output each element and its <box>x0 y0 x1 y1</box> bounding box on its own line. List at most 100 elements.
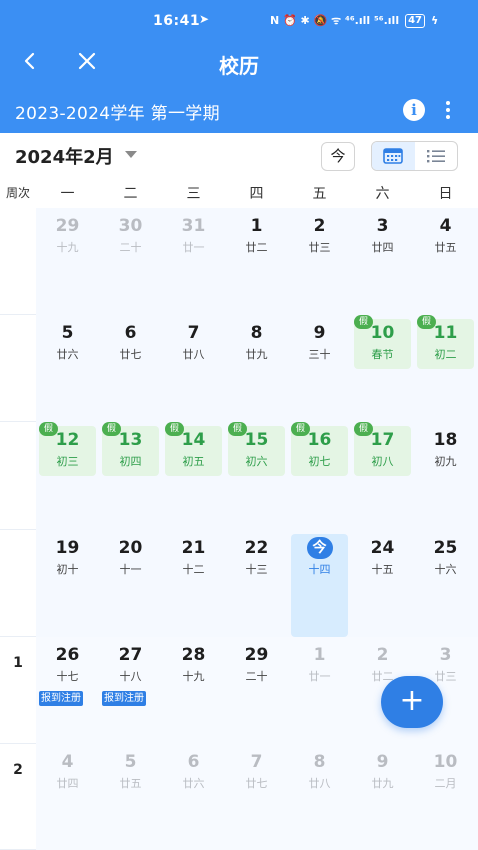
month-selector[interactable]: 2024年2月 <box>15 143 114 169</box>
day-cell[interactable]: 19 初十 <box>36 530 99 637</box>
day-cell[interactable]: 8 廿九 <box>225 315 288 422</box>
day-number: 20 <box>118 538 143 558</box>
day-number: 8 <box>250 323 263 343</box>
day-cell[interactable]: 5 廿六 <box>36 315 99 422</box>
day-cell[interactable]: 16 初七假 <box>288 422 351 530</box>
day-number: 21 <box>181 538 206 558</box>
day-cell[interactable]: 1 廿二 <box>225 208 288 315</box>
event-tag[interactable]: 报到注册 <box>39 691 83 706</box>
lunar-date: 初九 <box>434 455 457 468</box>
lunar-date: 初四 <box>119 455 142 468</box>
lunar-date: 十一 <box>119 563 142 576</box>
day-cell[interactable]: 3 廿四 <box>351 208 414 315</box>
day-cell[interactable]: 11 初二假 <box>414 315 477 422</box>
day-number: 10 <box>433 752 458 772</box>
day-cell[interactable]: 6 廿六 <box>162 744 225 850</box>
lunar-date: 廿三 <box>308 241 331 254</box>
day-cell[interactable]: 4 廿五 <box>414 208 477 315</box>
day-cell[interactable]: 28 十九 <box>162 637 225 744</box>
lunar-date: 初五 <box>182 455 205 468</box>
day-cell[interactable]: 30 二十 <box>99 208 162 315</box>
day-cell[interactable]: 8 廿八 <box>288 744 351 850</box>
day-cell[interactable]: 5 廿五 <box>99 744 162 850</box>
day-cell-today[interactable]: 今十四 <box>288 530 351 637</box>
week-column-header: 周次 <box>5 186 30 200</box>
week-number <box>0 530 36 637</box>
day-cell[interactable]: 1 廿一 <box>288 637 351 744</box>
day-cell[interactable]: 7 廿七 <box>225 744 288 850</box>
lunar-date: 廿七 <box>119 348 142 361</box>
day-cell[interactable]: 2 廿三 <box>288 208 351 315</box>
day-cell[interactable]: 20 十一 <box>99 530 162 637</box>
term-selector[interactable]: 2023-2024学年 第一学期 <box>15 99 220 124</box>
day-number: 31 <box>181 216 206 236</box>
weekday-label: 五 <box>312 186 327 202</box>
week-row: 5 廿六 6 廿七 7 廿八 8 廿九 9 三十 10 春节假 11 初二假 <box>0 315 478 422</box>
lunar-date: 廿五 <box>434 241 457 254</box>
list-view-button[interactable] <box>415 142 458 170</box>
day-cell[interactable]: 12 初三假 <box>36 422 99 530</box>
day-cell[interactable]: 15 初六假 <box>225 422 288 530</box>
lunar-date: 二十 <box>245 670 268 683</box>
day-number: 19 <box>55 538 80 558</box>
day-number: 27 <box>118 645 143 665</box>
calendar-grid-icon <box>383 148 404 164</box>
lunar-date: 廿一 <box>182 241 205 254</box>
lunar-date: 廿七 <box>245 777 268 790</box>
day-cell[interactable]: 31 廿一 <box>162 208 225 315</box>
day-cell[interactable]: 26 十七 报到注册 <box>36 637 99 744</box>
holiday-badge: 假 <box>291 422 310 436</box>
day-cell[interactable]: 21 十二 <box>162 530 225 637</box>
day-cell[interactable]: 29 十九 <box>36 208 99 315</box>
lunar-date: 十九 <box>56 241 79 254</box>
more-options-icon[interactable] <box>436 98 460 122</box>
status-icons: N ⏰ ✱ 🔕 ᯤ ⁴⁶.ıll ⁵⁶.ıll 47 ϟ <box>270 13 438 28</box>
day-number: 28 <box>181 645 206 665</box>
week-row: 12 初三假 13 初四假 14 初五假 15 初六假 16 初七假 17 初八假 18 初九 <box>0 422 478 530</box>
event-tag[interactable]: 报到注册 <box>102 691 146 706</box>
day-cell[interactable]: 14 初五假 <box>162 422 225 530</box>
day-cell[interactable]: 22 十三 <box>225 530 288 637</box>
day-cell[interactable]: 9 廿九 <box>351 744 414 850</box>
weekday-label: 三 <box>186 186 201 202</box>
day-cell[interactable]: 25 十六 <box>414 530 477 637</box>
day-cell[interactable]: 10 春节假 <box>351 315 414 422</box>
app-header: 16:41 ➤ N ⏰ ✱ 🔕 ᯤ ⁴⁶.ıll ⁵⁶.ıll 47 ϟ 校历 … <box>0 0 478 133</box>
day-cell[interactable]: 17 初八假 <box>351 422 414 530</box>
lunar-date: 十四 <box>308 563 331 576</box>
add-event-button[interactable]: + <box>381 676 443 728</box>
day-cell[interactable]: 29 二十 <box>225 637 288 744</box>
day-number: 7 <box>250 752 263 772</box>
weekday-label: 六 <box>375 186 390 202</box>
lunar-date: 廿九 <box>245 348 268 361</box>
day-cell[interactable]: 13 初四假 <box>99 422 162 530</box>
lunar-date: 三十 <box>308 348 331 361</box>
today-button[interactable]: 今 <box>321 142 355 171</box>
lunar-date: 廿八 <box>308 777 331 790</box>
weekday-label: 二 <box>123 186 138 202</box>
day-cell[interactable]: 24 十五 <box>351 530 414 637</box>
status-icon-strip: N ⏰ ✱ 🔕 ᯤ ⁴⁶.ıll ⁵⁶.ıll <box>270 14 400 27</box>
day-number: 1 <box>313 645 326 665</box>
weekday-label: 四 <box>249 186 264 202</box>
week-number: 1 <box>13 655 23 671</box>
lunar-date: 十三 <box>245 563 268 576</box>
day-cell[interactable]: 9 三十 <box>288 315 351 422</box>
day-cell[interactable]: 4 廿四 <box>36 744 99 850</box>
day-cell[interactable]: 18 初九 <box>414 422 477 530</box>
lunar-date: 初二 <box>434 348 457 361</box>
caret-down-icon[interactable] <box>125 151 137 158</box>
lunar-date: 初八 <box>371 455 394 468</box>
day-cell[interactable]: 6 廿七 <box>99 315 162 422</box>
info-icon[interactable]: i <box>403 99 425 121</box>
day-number: 8 <box>313 752 326 772</box>
calendar-view-button[interactable] <box>372 142 415 170</box>
day-number: 2 <box>376 645 389 665</box>
day-number: 7 <box>187 323 200 343</box>
week-row: 2 4 廿四 5 廿五 6 廿六 7 廿七 8 廿八 9 廿九 10 二月 <box>0 744 478 850</box>
lunar-date: 廿四 <box>56 777 79 790</box>
day-cell[interactable]: 27 十八 报到注册 <box>99 637 162 744</box>
lunar-date: 初七 <box>308 455 331 468</box>
day-cell[interactable]: 7 廿八 <box>162 315 225 422</box>
day-cell[interactable]: 10 二月 <box>414 744 477 850</box>
